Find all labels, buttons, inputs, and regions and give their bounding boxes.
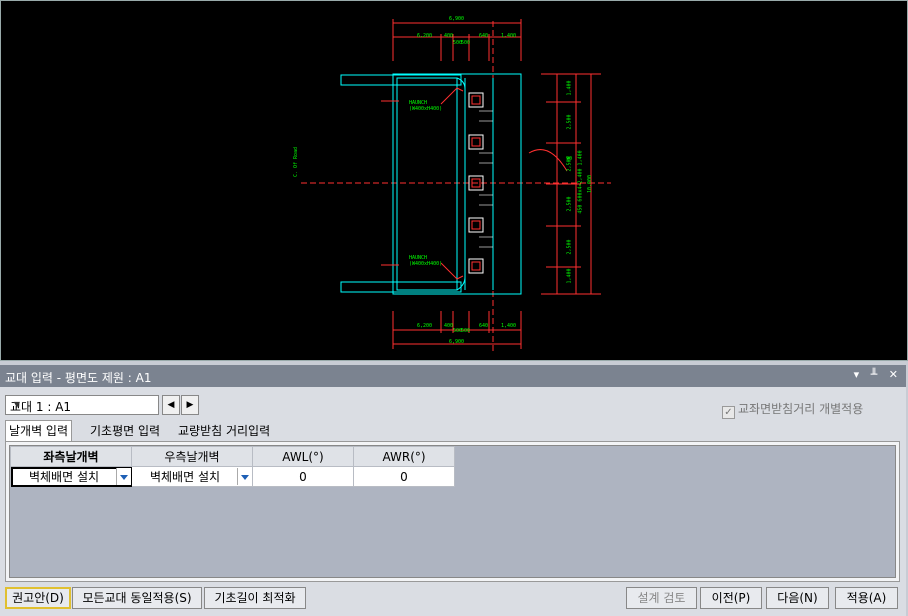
dropdown-arrow-icon[interactable]: [116, 468, 131, 485]
recommend-button[interactable]: 권고안(D): [5, 587, 71, 609]
dim-right-1: 1,400: [566, 80, 573, 96]
checkbox-label: 교좌면받침거리 개별적용: [738, 402, 864, 416]
dim-bottom-5: 1,400: [501, 323, 517, 329]
dropdown-arrow-icon[interactable]: [237, 468, 252, 485]
next-abutment-button[interactable]: ▶: [181, 395, 199, 415]
apply-all-button[interactable]: 모든교대 동일적용(S): [72, 587, 202, 609]
awr-cell[interactable]: 0: [353, 466, 455, 487]
wingwall-grid-area: 좌측날개벽 우측날개벽 AWL(°) AWR(°) 벽체배면 설치 벽체배면 설…: [5, 441, 900, 582]
window-buttons[interactable]: ▾ ╨ ✕: [854, 368, 902, 381]
dim-right-7: 450 600x4=2,400 1,400: [577, 150, 584, 214]
left-wingwall-cell[interactable]: 벽체배면 설치: [10, 466, 132, 487]
abutment-select[interactable]: 교대 1 : A1 ▼: [5, 395, 159, 415]
panel-title: 교대 입력 - 평면도 제원 : A1: [5, 371, 152, 385]
dim-top-6: 500: [461, 40, 471, 46]
awl-cell[interactable]: 0: [252, 466, 354, 487]
col-right-wingwall: 우측날개벽: [131, 446, 253, 467]
apply-button[interactable]: 적용(A): [835, 587, 898, 609]
dim-right-total: 10,000: [587, 174, 594, 194]
dim-bottom-2: 400: [444, 323, 454, 329]
haunch-label-bottom: HAUNCH (W400xH400): [409, 255, 443, 267]
table-row: 벽체배면 설치 벽체배면 설치 0 0: [10, 466, 455, 487]
optimize-foundation-button[interactable]: 기초길이 최적화: [204, 587, 306, 609]
wingwall-grid: 좌측날개벽 우측날개벽 AWL(°) AWR(°) 벽체배면 설치 벽체배면 설…: [9, 445, 896, 578]
dim-top-total: 6,900: [449, 16, 465, 22]
axis-label: C. Of Road: [293, 146, 300, 178]
individual-apply-checkbox[interactable]: ✓ 교좌면받침거리 개별적용: [722, 400, 863, 419]
cad-drawing-view[interactable]: 6,900 6,200 400 500 640 1,400 500 6,200 …: [0, 0, 908, 361]
next-button[interactable]: 다음(N): [766, 587, 829, 609]
dim-top-5: 1,400: [501, 33, 517, 39]
dim-bottom-1: 6,200: [417, 323, 433, 329]
tab-bearing[interactable]: 교량받침 거리입력: [175, 421, 273, 441]
col-left-wingwall: 좌측날개벽: [10, 446, 132, 467]
dim-top-4: 640: [479, 33, 489, 39]
checkbox-icon[interactable]: ✓: [722, 406, 735, 419]
col-awl: AWL(°): [252, 446, 354, 467]
dim-bottom-6: 500: [461, 328, 471, 334]
prev-abutment-button[interactable]: ◀: [162, 395, 180, 415]
left-wingwall-value: 벽체배면 설치: [28, 470, 100, 484]
dim-right-4: 2,500: [566, 196, 573, 212]
right-wingwall-cell[interactable]: 벽체배면 설치: [131, 466, 253, 487]
dim-right-2: 2,500: [566, 114, 573, 130]
dim-bottom-total: 6,900: [449, 339, 465, 345]
dim-right-5: 2,500: [566, 239, 573, 255]
haunch-label-top: HAUNCH (W400xH400): [409, 100, 443, 112]
dim-bottom-4: 640: [479, 323, 489, 329]
tab-foundation[interactable]: 기초평면 입력: [87, 421, 163, 441]
design-review-button[interactable]: 설계 검토: [626, 587, 697, 609]
panel-title-bar: 교대 입력 - 평면도 제원 : A1 ▾ ╨ ✕: [0, 365, 906, 387]
dim-top-2: 400: [444, 33, 454, 39]
angle-label: 90: [566, 156, 573, 162]
plan-drawing: [301, 19, 611, 353]
col-awr: AWR(°): [353, 446, 455, 467]
dim-top-1: 6,200: [417, 33, 433, 39]
wingwall-table: 좌측날개벽 우측날개벽 AWL(°) AWR(°) 벽체배면 설치 벽체배면 설…: [10, 446, 455, 487]
prev-button[interactable]: 이전(P): [700, 587, 762, 609]
chevron-down-icon[interactable]: ▼: [10, 396, 24, 414]
right-wingwall-value: 벽체배면 설치: [149, 470, 221, 484]
dim-right-6: 1,400: [566, 268, 573, 284]
tab-wingwall[interactable]: 날개벽 입력: [5, 420, 73, 443]
